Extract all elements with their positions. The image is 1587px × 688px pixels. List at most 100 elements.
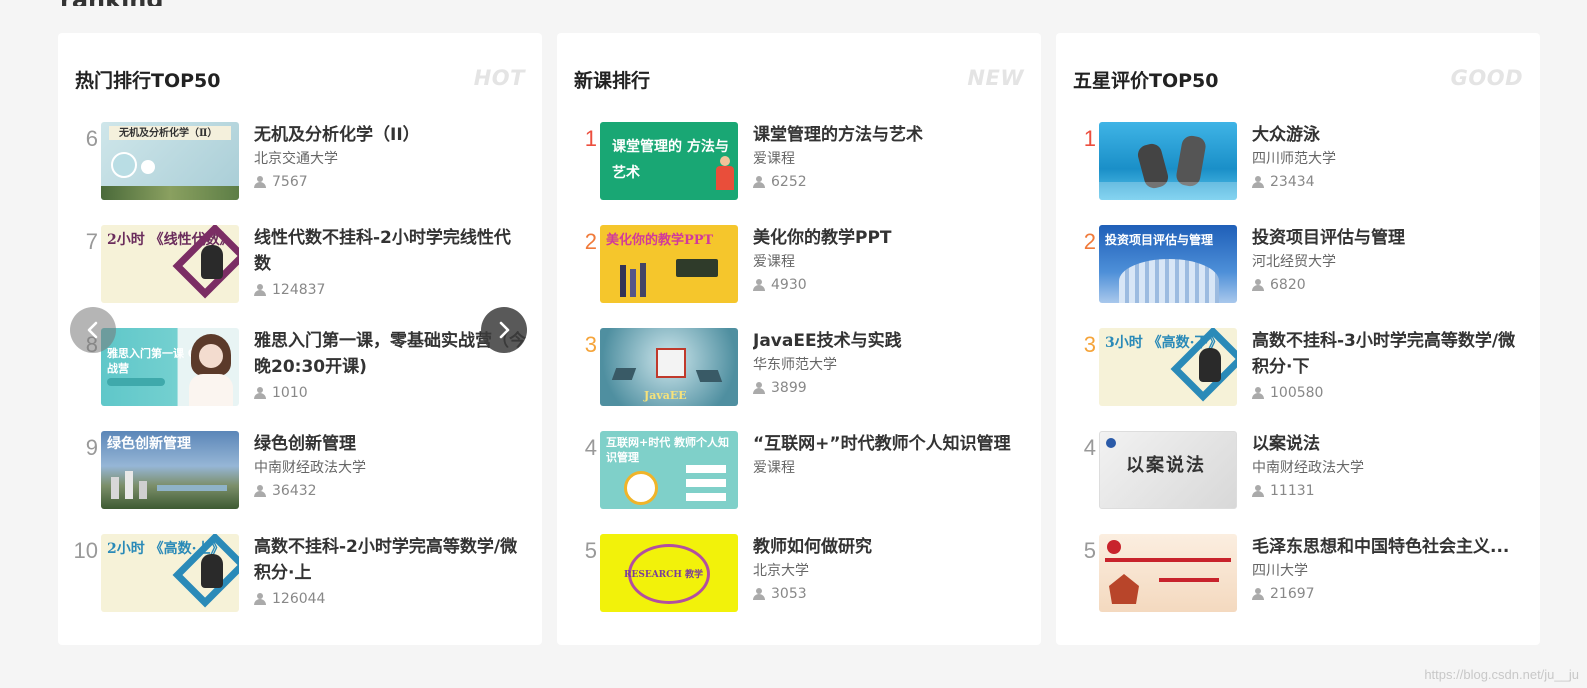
- course-item[interactable]: 4 互联网+时代 教师个人知识管理 “互联网+”时代教师个人知识管理 爱课程: [557, 431, 1041, 511]
- panel-title: 新课排行: [574, 70, 651, 92]
- course-title[interactable]: 高数不挂科-2小时学完高等数学/微积分·上: [254, 534, 526, 586]
- section-heading-clipped: ranking: [60, 0, 240, 6]
- course-school: 华东师范大学: [753, 357, 837, 373]
- course-item[interactable]: 2 投资项目评估与管理 投资项目评估与管理 河北经贸大学 6820: [1056, 225, 1540, 305]
- course-title[interactable]: 课堂管理的方法与艺术: [753, 122, 1025, 148]
- panel-title: 五星评价TOP50: [1073, 70, 1219, 92]
- course-item[interactable]: 3 3小时 《高数·下》 高数不挂科-3小时学完高等数学/微积分·下 10058…: [1056, 328, 1540, 408]
- course-title[interactable]: 线性代数不挂科-2小时学完线性代数: [254, 225, 526, 277]
- rank-number: 2: [584, 229, 597, 254]
- learner-count: 21697: [1252, 585, 1524, 603]
- person-icon: [1252, 485, 1264, 497]
- course-title[interactable]: “互联网+”时代教师个人知识管理: [753, 431, 1025, 457]
- course-school: 河北经贸大学: [1252, 254, 1336, 270]
- course-item[interactable]: 1 大众游泳 四川师范大学 23434: [1056, 122, 1540, 202]
- course-school: 四川大学: [1252, 563, 1308, 579]
- course-title[interactable]: 投资项目评估与管理: [1252, 225, 1524, 251]
- rank-number: 4: [1083, 435, 1096, 460]
- course-item[interactable]: 7 2小时 《线性代数》 线性代数不挂科-2小时学完线性代数 124837: [58, 225, 542, 305]
- course-school: 爱课程: [753, 254, 795, 270]
- learner-count: 3053: [753, 585, 1025, 603]
- learner-count: 23434: [1252, 173, 1524, 191]
- rank-number: 7: [85, 229, 98, 254]
- rank-number: 1: [584, 126, 597, 151]
- person-icon: [1252, 588, 1264, 600]
- person-icon: [1252, 279, 1264, 291]
- learner-count: 11131: [1252, 482, 1524, 500]
- course-school: 爱课程: [753, 151, 795, 167]
- person-icon: [1252, 387, 1264, 399]
- five-star-panel: 五星评价TOP50 GOOD 1 大众游泳 四川师范大学 23434 2 投资项…: [1056, 33, 1540, 645]
- learner-count: 7567: [254, 173, 526, 191]
- course-school: 中南财经政法大学: [254, 460, 366, 476]
- course-school: 北京大学: [753, 563, 809, 579]
- course-title[interactable]: 高数不挂科-3小时学完高等数学/微积分·下: [1252, 328, 1524, 380]
- hot-ranking-panel: 热门排行TOP50 HOT 6 无机及分析化学（Ⅱ） 无机及分析化学（II） 北…: [58, 33, 542, 645]
- course-item[interactable]: 8 雅思入门第一课 0基础实战营 雅思入门第一课，零基础实战营（今晚20:30开…: [58, 328, 542, 408]
- rank-number: 5: [1083, 538, 1096, 563]
- watermark: https://blog.csdn.net/ju__ju: [1424, 667, 1579, 682]
- learner-count: 100580: [1252, 384, 1524, 402]
- course-school: 四川师范大学: [1252, 151, 1336, 167]
- rank-number: 3: [584, 332, 597, 357]
- course-thumbnail[interactable]: 雅思入门第一课 0基础实战营: [101, 328, 239, 406]
- course-title[interactable]: 无机及分析化学（II）: [254, 122, 526, 148]
- person-icon: [753, 588, 765, 600]
- carousel-prev-button[interactable]: [70, 307, 116, 353]
- course-title[interactable]: 绿色创新管理: [254, 431, 526, 457]
- panel-title: 热门排行TOP50: [75, 70, 221, 92]
- course-title[interactable]: 美化你的教学PPT: [753, 225, 1025, 251]
- learner-count: 4930: [753, 276, 1025, 294]
- course-thumbnail[interactable]: 无机及分析化学（Ⅱ）: [101, 122, 239, 200]
- course-item[interactable]: 3 JavaEE JavaEE技术与实践 华东师范大学 3899: [557, 328, 1041, 408]
- course-item[interactable]: 6 无机及分析化学（Ⅱ） 无机及分析化学（II） 北京交通大学 7567: [58, 122, 542, 202]
- course-thumbnail[interactable]: 以案说法: [1099, 431, 1237, 509]
- rank-number: 10: [73, 538, 98, 563]
- course-item[interactable]: 5 毛泽东思想和中国特色社会主义... 四川大学 21697: [1056, 534, 1540, 614]
- carousel-next-button[interactable]: [481, 307, 527, 353]
- course-thumbnail[interactable]: RESEARCH 教学: [600, 534, 738, 612]
- course-item[interactable]: 1 课堂管理的 方法与艺术 课堂管理的方法与艺术 爱课程 6252: [557, 122, 1041, 202]
- course-item[interactable]: 9 绿色创新管理 绿色创新管理 中南财经政法大学 36432: [58, 431, 542, 511]
- course-thumbnail[interactable]: JavaEE: [600, 328, 738, 406]
- learner-count: 3899: [753, 379, 1025, 397]
- learner-count: 126044: [254, 590, 526, 608]
- learner-count: 1010: [254, 384, 526, 402]
- chevron-right-icon: [499, 321, 510, 339]
- new-courses-panel: 新课排行 NEW 1 课堂管理的 方法与艺术 课堂管理的方法与艺术 爱课程 62…: [557, 33, 1041, 645]
- course-title[interactable]: 毛泽东思想和中国特色社会主义...: [1252, 534, 1524, 560]
- course-thumbnail[interactable]: [1099, 534, 1237, 612]
- rank-number: 9: [85, 435, 98, 460]
- person-icon: [254, 485, 266, 497]
- rank-number: 2: [1083, 229, 1096, 254]
- rank-number: 1: [1083, 126, 1096, 151]
- course-thumbnail[interactable]: 2小时 《线性代数》: [101, 225, 239, 303]
- course-item[interactable]: 10 2小时 《高数·上》 高数不挂科-2小时学完高等数学/微积分·上 1260…: [58, 534, 542, 614]
- course-item[interactable]: 2 美化你的教学PPT 美化你的教学PPT 爱课程 4930: [557, 225, 1041, 305]
- panel-tag: NEW: [967, 66, 1024, 90]
- person-icon: [254, 593, 266, 605]
- course-thumbnail[interactable]: [1099, 122, 1237, 200]
- course-item[interactable]: 5 RESEARCH 教学 教师如何做研究 北京大学 3053: [557, 534, 1041, 614]
- panel-tag: GOOD: [1450, 66, 1523, 90]
- rank-number: 4: [584, 435, 597, 460]
- course-thumbnail[interactable]: 3小时 《高数·下》: [1099, 328, 1237, 406]
- course-thumbnail[interactable]: 课堂管理的 方法与艺术: [600, 122, 738, 200]
- course-thumbnail[interactable]: 投资项目评估与管理: [1099, 225, 1237, 303]
- course-school: 爱课程: [753, 460, 795, 476]
- course-title[interactable]: 以案说法: [1252, 431, 1524, 457]
- course-title[interactable]: JavaEE技术与实践: [753, 328, 1025, 354]
- course-item[interactable]: 4 以案说法 以案说法 中南财经政法大学 11131: [1056, 431, 1540, 511]
- person-icon: [254, 284, 266, 296]
- rank-number: 6: [85, 126, 98, 151]
- course-title[interactable]: 教师如何做研究: [753, 534, 1025, 560]
- person-icon: [753, 176, 765, 188]
- person-icon: [1252, 176, 1264, 188]
- course-thumbnail[interactable]: 美化你的教学PPT: [600, 225, 738, 303]
- course-title[interactable]: 大众游泳: [1252, 122, 1524, 148]
- learner-count: 124837: [254, 281, 526, 299]
- course-thumbnail[interactable]: 互联网+时代 教师个人知识管理: [600, 431, 738, 509]
- course-thumbnail[interactable]: 绿色创新管理: [101, 431, 239, 509]
- course-school: 北京交通大学: [254, 151, 338, 167]
- course-thumbnail[interactable]: 2小时 《高数·上》: [101, 534, 239, 612]
